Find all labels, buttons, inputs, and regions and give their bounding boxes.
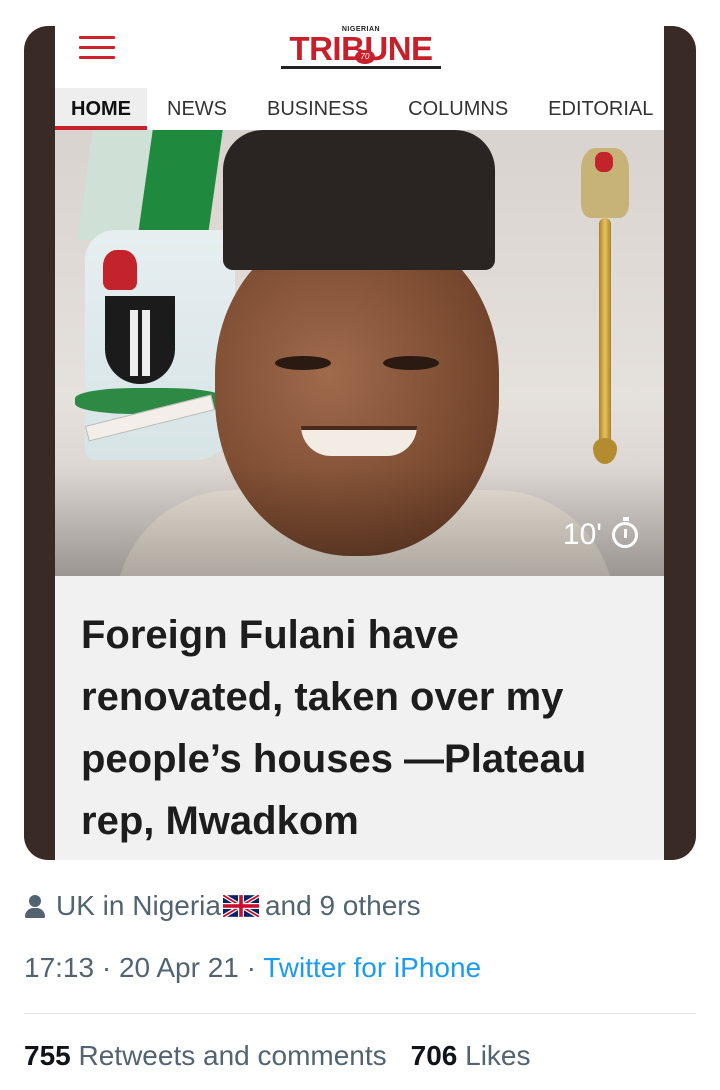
retweets-stat[interactable]: 755 Retweets and comments [24,1040,387,1072]
separator: · [101,952,112,983]
section-nav: HOME NEWS BUSINESS COLUMNS EDITORIAL [55,88,664,130]
mace-image [575,148,635,468]
tribune-page: NIGERIAN TRIBUNE 70 HOME NEWS BUSINESS C… [55,26,664,860]
uk-flag-icon [222,895,259,917]
tweet-source-link[interactable]: Twitter for iPhone [263,952,481,983]
headline-panel: Foreign Fulani have renovated, taken ove… [55,576,664,860]
site-header: NIGERIAN TRIBUNE 70 [55,26,664,88]
likes-label: Likes [465,1040,531,1071]
logo-badge: 70 [355,50,375,64]
portrait-cap [223,130,495,270]
stopwatch-icon [612,517,638,548]
divider [24,1013,696,1014]
liked-by-row[interactable]: UK in Nigeria and 9 others [24,888,421,924]
retweets-count: 755 [24,1040,71,1071]
tweet-time[interactable]: 17:13 [24,952,94,983]
tweet-stats: 755 Retweets and comments 706 Likes [24,1040,531,1072]
read-time-value: 10' [562,518,602,551]
nav-item-editorial[interactable]: EDITORIAL [528,88,664,130]
tweet-timestamp-row: 17:13 · 20 Apr 21 · Twitter for iPhone [24,952,481,984]
coat-of-arms-image [75,250,235,442]
likes-stat[interactable]: 706 Likes [411,1040,531,1072]
menu-icon[interactable] [79,36,115,60]
liked-by-suffix: and 9 others [264,890,421,921]
liked-by-name[interactable]: UK in Nigeria [56,890,221,922]
retweets-label: Retweets and comments [78,1040,387,1071]
tweet-date[interactable]: 20 Apr 21 [119,952,239,983]
nav-item-columns[interactable]: COLUMNS [388,88,528,130]
read-time: 10' [562,517,638,552]
person-icon [24,893,46,919]
separator: · [246,952,256,983]
article-screenshot[interactable]: NIGERIAN TRIBUNE 70 HOME NEWS BUSINESS C… [24,26,696,860]
likes-count: 706 [410,1040,458,1071]
article-headline[interactable]: Foreign Fulani have renovated, taken ove… [81,604,651,852]
article-hero-image[interactable]: 10' [55,130,664,576]
nav-item-business[interactable]: BUSINESS [247,88,388,130]
tribune-logo[interactable]: NIGERIAN TRIBUNE 70 [281,26,441,70]
nav-item-home[interactable]: HOME [55,88,147,130]
nav-item-news[interactable]: NEWS [147,88,247,130]
